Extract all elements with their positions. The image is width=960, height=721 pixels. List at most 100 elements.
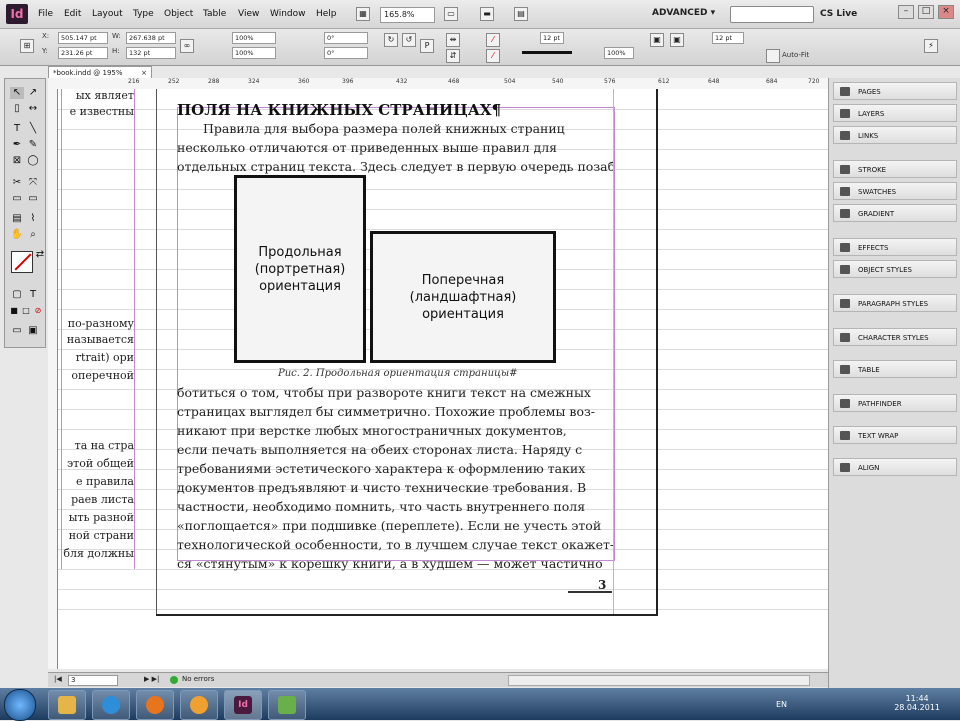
- ellipse-tool-icon[interactable]: ◯: [26, 155, 40, 167]
- page-number-field[interactable]: 3: [68, 675, 118, 686]
- fit-content-icon[interactable]: ▣: [650, 33, 664, 47]
- panel-pages[interactable]: PAGES: [833, 82, 957, 100]
- rotation-field[interactable]: 0°: [324, 32, 368, 44]
- document-canvas[interactable]: ых являет е известны по-разному называет…: [58, 89, 828, 669]
- gradient-feather-tool-icon[interactable]: ▭: [26, 193, 40, 205]
- panel-text-wrap[interactable]: TEXT WRAP: [833, 426, 957, 444]
- flip-horizontal-icon[interactable]: ⇹: [446, 33, 460, 47]
- hand-tool-icon[interactable]: ✋: [10, 229, 24, 241]
- y-field[interactable]: 231.26 pt: [58, 47, 108, 59]
- x-field[interactable]: 505.147 pt: [58, 32, 108, 44]
- scissors-tool-icon[interactable]: ✂: [10, 177, 24, 189]
- panel-character-styles[interactable]: CHARACTER STYLES: [833, 328, 957, 346]
- view-options-icon[interactable]: ▭: [444, 7, 458, 21]
- menu-table[interactable]: Table: [203, 9, 226, 19]
- fit-frame-icon[interactable]: ▣: [670, 33, 684, 47]
- next-page-icon[interactable]: ▶ ▶|: [144, 675, 159, 683]
- line-tool-icon[interactable]: ╲: [26, 123, 40, 135]
- close-button[interactable]: ×: [938, 5, 954, 19]
- first-page-icon[interactable]: |◀: [54, 675, 62, 683]
- w-field[interactable]: 267.638 pt: [126, 32, 176, 44]
- horizontal-scrollbar[interactable]: [508, 675, 810, 686]
- type-tool-icon[interactable]: T: [10, 123, 24, 135]
- stroke-swatch-icon[interactable]: ⁄: [486, 49, 500, 63]
- bridge-icon[interactable]: ▦: [356, 7, 370, 21]
- panel-paragraph-styles[interactable]: PARAGRAPH STYLES: [833, 294, 957, 312]
- normal-view-icon[interactable]: ▭: [10, 325, 24, 337]
- formatting-container-icon[interactable]: ▢: [10, 289, 24, 301]
- stroke-type-preview[interactable]: [522, 51, 572, 54]
- panel-links[interactable]: LINKS: [833, 126, 957, 144]
- selection-tool-icon[interactable]: ↖: [10, 87, 24, 99]
- formatting-text-icon[interactable]: T: [26, 289, 40, 301]
- preview-mode-icon[interactable]: ▣: [26, 325, 40, 337]
- direct-selection-tool-icon[interactable]: ↗: [26, 87, 40, 99]
- panel-swatches[interactable]: SWATCHES: [833, 182, 957, 200]
- panel-effects[interactable]: EFFECTS: [833, 238, 957, 256]
- autofit-checkbox[interactable]: [766, 49, 780, 63]
- apply-none-icon[interactable]: ⊘: [31, 305, 45, 317]
- minimize-button[interactable]: –: [898, 5, 914, 19]
- flip-vertical-icon[interactable]: ⇵: [446, 49, 460, 63]
- vertical-ruler[interactable]: [48, 89, 58, 669]
- panel-align[interactable]: ALIGN: [833, 458, 957, 476]
- menu-window[interactable]: Window: [270, 9, 306, 19]
- pencil-tool-icon[interactable]: ✎: [26, 139, 40, 151]
- note-tool-icon[interactable]: ▤: [10, 213, 24, 225]
- start-button[interactable]: [4, 689, 36, 721]
- shear-field[interactable]: 0°: [324, 47, 368, 59]
- lightning-icon[interactable]: ⚡: [924, 39, 938, 53]
- screen-mode-icon[interactable]: ▬: [480, 7, 494, 21]
- reference-point-icon[interactable]: ⊞: [20, 39, 34, 53]
- page-tool-icon[interactable]: ▯: [10, 103, 24, 115]
- menu-file[interactable]: File: [38, 9, 53, 19]
- workspace-switcher[interactable]: ADVANCED ▾: [652, 8, 715, 18]
- cs-live-button[interactable]: CS Live: [820, 9, 857, 19]
- p-icon[interactable]: P: [420, 39, 434, 53]
- zoom-tool-icon[interactable]: ⌕: [26, 229, 40, 241]
- fill-color-icon[interactable]: [11, 251, 33, 273]
- swap-fill-stroke-icon[interactable]: ⇄: [33, 249, 47, 261]
- fill-swatch-icon[interactable]: ⁄: [486, 33, 500, 47]
- menu-object[interactable]: Object: [164, 9, 193, 19]
- corner-size-field[interactable]: 12 pt: [712, 32, 744, 44]
- preflight-status[interactable]: No errors: [182, 675, 214, 683]
- menu-view[interactable]: View: [238, 9, 259, 19]
- menu-type[interactable]: Type: [133, 9, 154, 19]
- h-field[interactable]: 132 pt: [126, 47, 176, 59]
- panel-pathfinder[interactable]: PATHFINDER: [833, 394, 957, 412]
- taskbar-flower-app[interactable]: [180, 690, 218, 720]
- taskbar-indesign[interactable]: Id: [224, 690, 262, 720]
- arrange-documents-icon[interactable]: ▤: [514, 7, 528, 21]
- orientation-figure[interactable]: Продольная (портретная) ориентация Попер…: [234, 175, 556, 365]
- scale-x-field[interactable]: 100%: [232, 32, 276, 44]
- panel-stroke[interactable]: STROKE: [833, 160, 957, 178]
- taskbar-control-panel[interactable]: [268, 690, 306, 720]
- constrain-proportions-icon[interactable]: ∞: [180, 39, 194, 53]
- eyedropper-tool-icon[interactable]: ⌇: [26, 213, 40, 225]
- stroke-weight-field[interactable]: 12 pt: [540, 32, 564, 44]
- taskbar-firefox[interactable]: [136, 690, 174, 720]
- menu-edit[interactable]: Edit: [64, 9, 81, 19]
- opacity-field[interactable]: 100%: [604, 47, 634, 59]
- zoom-level-field[interactable]: 165.8%: [380, 7, 435, 23]
- help-search-input[interactable]: [730, 6, 814, 23]
- gradient-swatch-tool-icon[interactable]: ▭: [10, 193, 24, 205]
- rotate-ccw-icon[interactable]: ↺: [402, 33, 416, 47]
- free-transform-tool-icon[interactable]: ⤧: [26, 177, 40, 189]
- panel-gradient[interactable]: GRADIENT: [833, 204, 957, 222]
- system-clock[interactable]: 11:44 28.04.2011: [894, 694, 940, 712]
- taskbar-explorer[interactable]: [48, 690, 86, 720]
- language-indicator[interactable]: EN: [776, 700, 787, 709]
- panel-table[interactable]: TABLE: [833, 360, 957, 378]
- pen-tool-icon[interactable]: ✒: [10, 139, 24, 151]
- rotate-cw-icon[interactable]: ↻: [384, 33, 398, 47]
- rectangle-frame-tool-icon[interactable]: ⊠: [10, 155, 24, 167]
- scale-y-field[interactable]: 100%: [232, 47, 276, 59]
- menu-layout[interactable]: Layout: [92, 9, 123, 19]
- panel-object-styles[interactable]: OBJECT STYLES: [833, 260, 957, 278]
- maximize-button[interactable]: □: [918, 5, 934, 19]
- gap-tool-icon[interactable]: ↔: [26, 103, 40, 115]
- panel-layers[interactable]: LAYERS: [833, 104, 957, 122]
- taskbar-ie[interactable]: [92, 690, 130, 720]
